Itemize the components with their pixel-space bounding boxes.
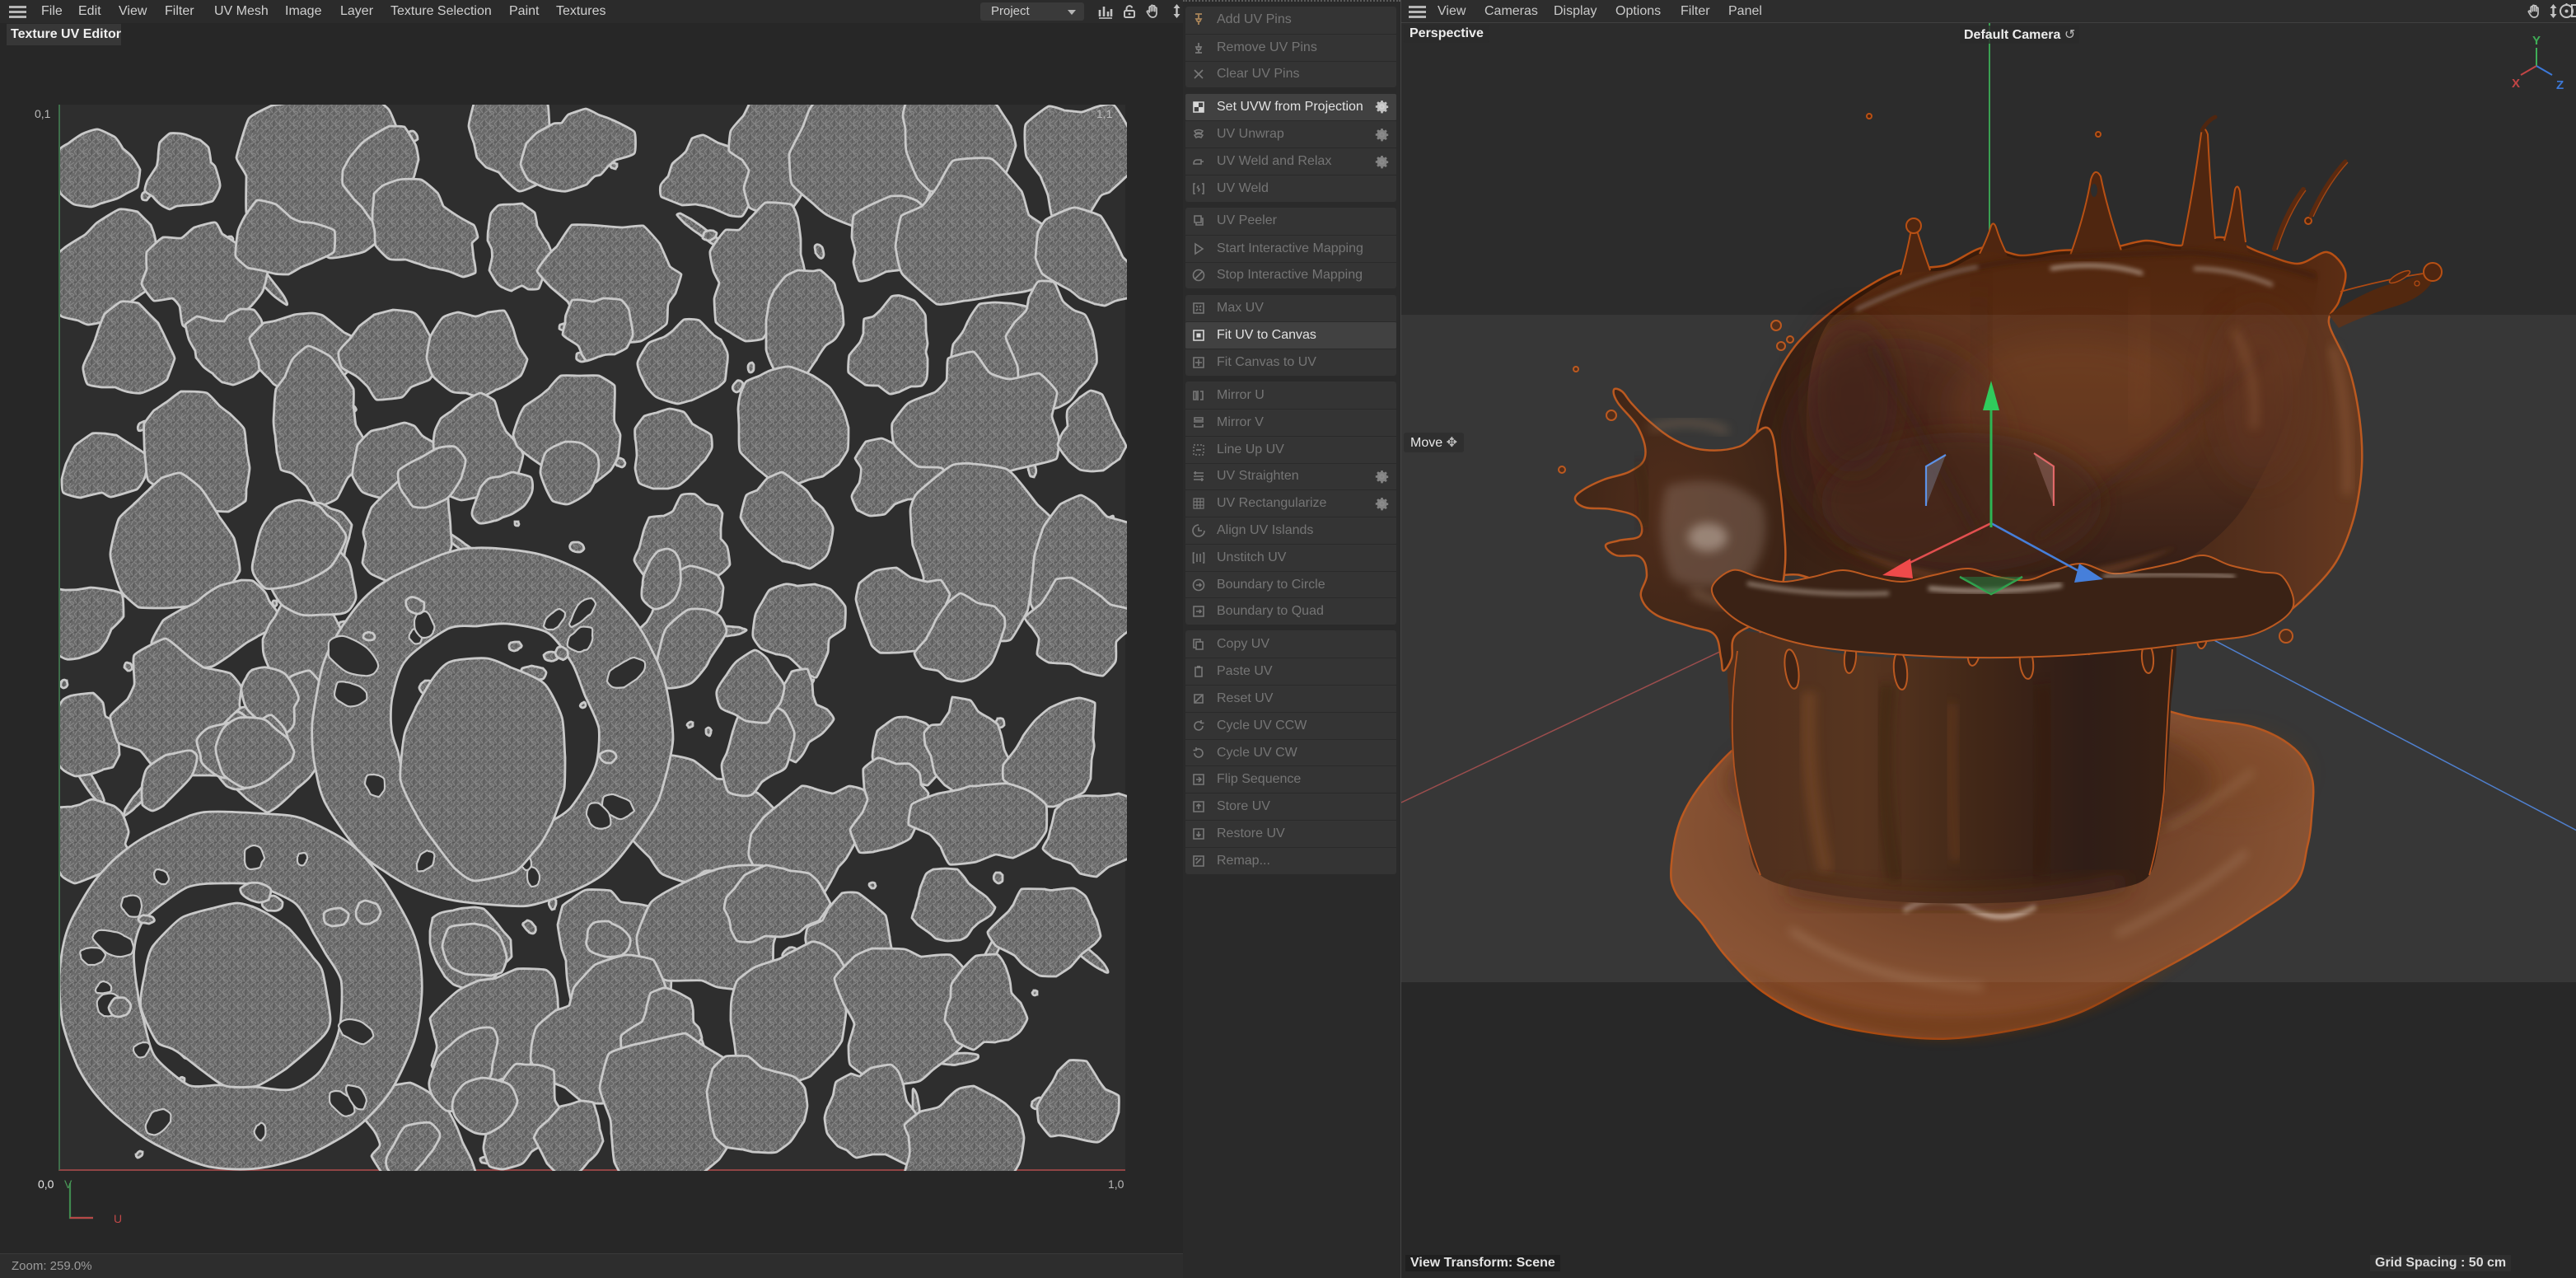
svg-text:U: U <box>114 1212 122 1225</box>
svg-text:Y: Y <box>2532 34 2541 48</box>
svg-text:X: X <box>2512 77 2520 91</box>
svg-text:Z: Z <box>2556 78 2564 92</box>
svg-text:V: V <box>64 1177 72 1191</box>
